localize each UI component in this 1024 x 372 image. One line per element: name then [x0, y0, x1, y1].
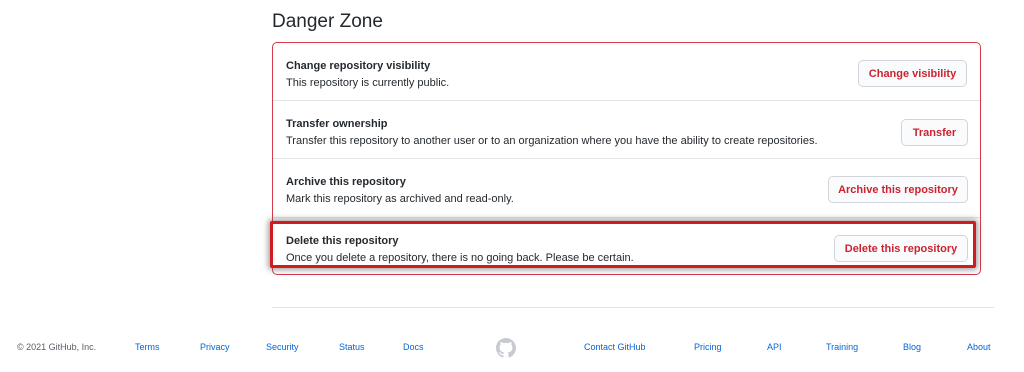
delete-description: Once you delete a repository, there is n… — [286, 252, 634, 264]
transfer-button[interactable]: Transfer — [901, 119, 968, 146]
archive-title: Archive this repository — [286, 176, 406, 188]
github-mark-icon[interactable] — [496, 338, 516, 358]
footer: © 2021 GitHub, Inc. Terms Privacy Securi… — [0, 333, 1024, 358]
transfer-description: Transfer this repository to another user… — [286, 135, 818, 147]
footer-link-training[interactable]: Training — [826, 342, 858, 352]
delete-repository-button[interactable]: Delete this repository — [834, 235, 968, 262]
footer-link-docs[interactable]: Docs — [403, 342, 424, 352]
delete-title: Delete this repository — [286, 235, 399, 247]
footer-link-terms[interactable]: Terms — [135, 342, 160, 352]
footer-link-privacy[interactable]: Privacy — [200, 342, 230, 352]
danger-zone-title: Danger Zone — [272, 11, 383, 32]
footer-link-pricing[interactable]: Pricing — [694, 342, 722, 352]
footer-link-blog[interactable]: Blog — [903, 342, 921, 352]
archive-row: Archive this repository Mark this reposi… — [273, 158, 980, 217]
visibility-description: This repository is currently public. — [286, 77, 450, 89]
transfer-row: Transfer ownership Transfer this reposit… — [273, 100, 980, 158]
archive-repository-button[interactable]: Archive this repository — [828, 176, 968, 203]
footer-link-contact[interactable]: Contact GitHub — [584, 342, 646, 352]
footer-copyright: © 2021 GitHub, Inc. — [17, 342, 97, 352]
visibility-row: Change repository visibility This reposi… — [273, 43, 980, 100]
delete-row: Delete this repository Once you delete a… — [273, 217, 980, 274]
footer-link-security[interactable]: Security — [266, 342, 299, 352]
footer-divider — [272, 307, 994, 308]
danger-zone-box: Change repository visibility This reposi… — [272, 42, 981, 275]
archive-description: Mark this repository as archived and rea… — [286, 193, 514, 205]
change-visibility-button[interactable]: Change visibility — [858, 60, 967, 87]
footer-link-api[interactable]: API — [767, 342, 782, 352]
footer-link-about[interactable]: About — [967, 342, 991, 352]
transfer-title: Transfer ownership — [286, 118, 388, 130]
footer-link-status[interactable]: Status — [339, 342, 365, 352]
visibility-title: Change repository visibility — [286, 60, 431, 72]
